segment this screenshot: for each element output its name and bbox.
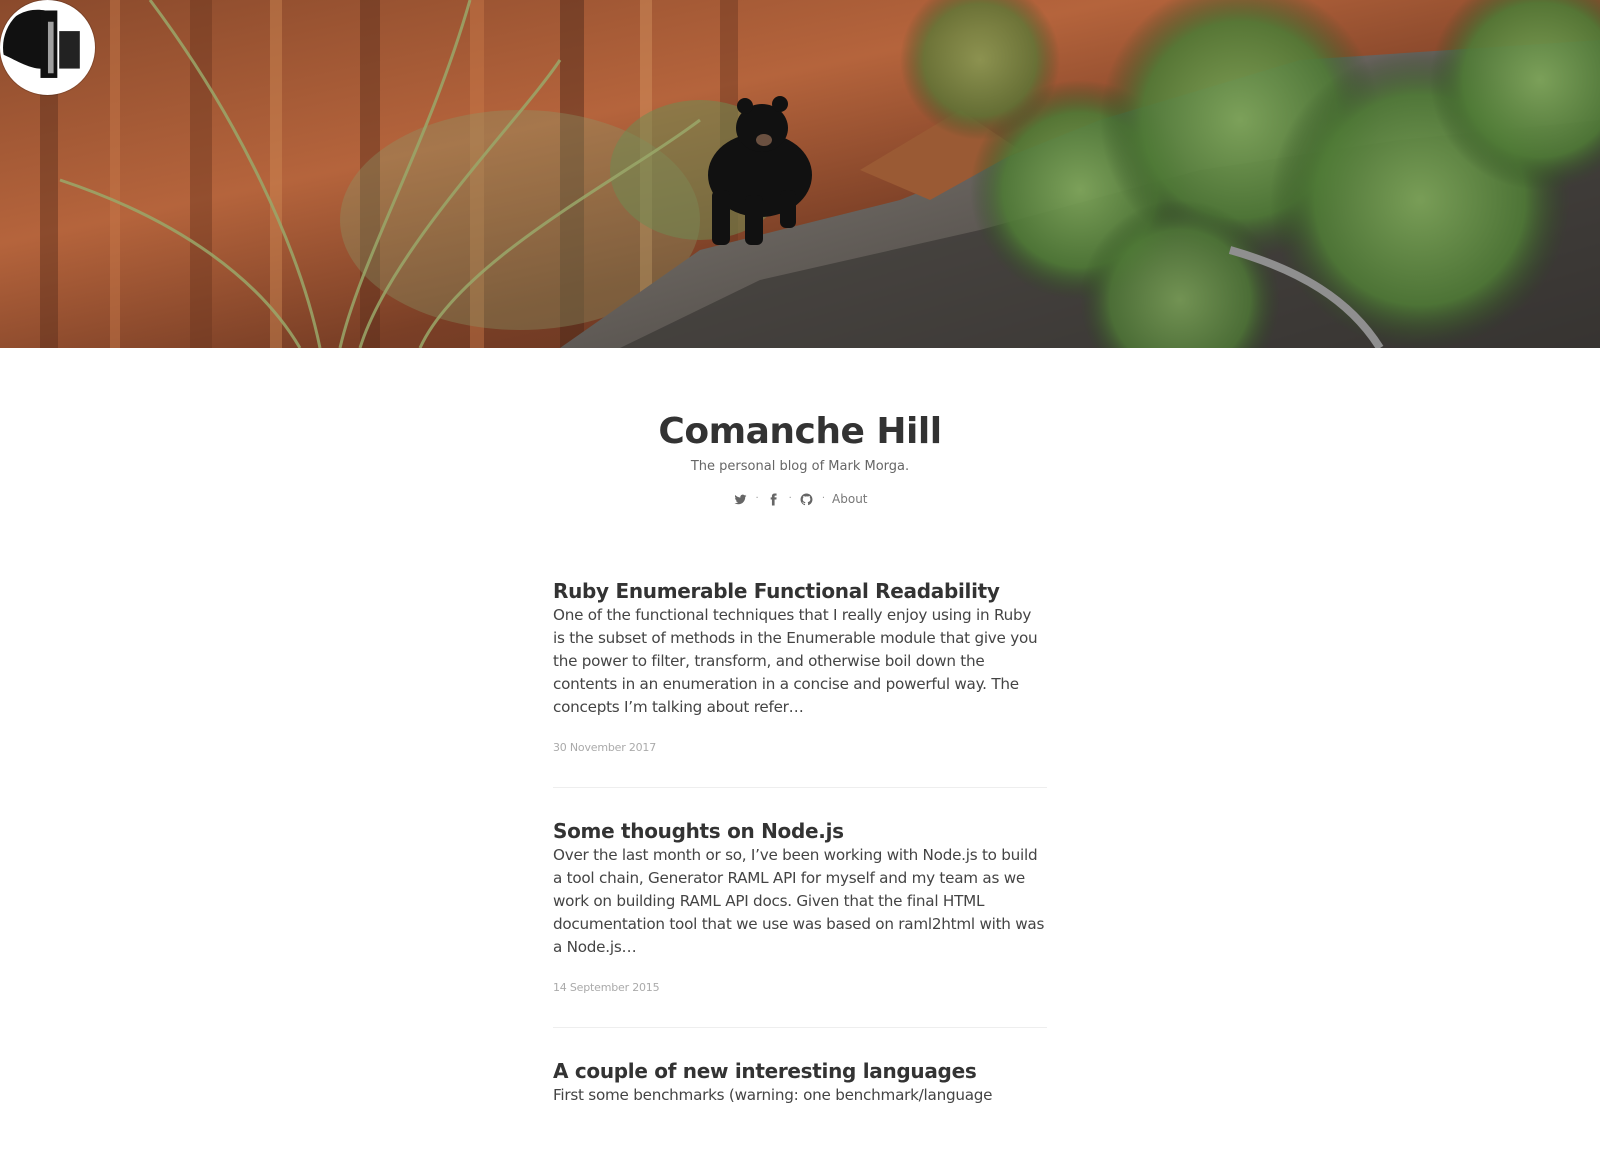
post-excerpt: One of the functional techniques that I … — [553, 606, 1038, 716]
post-date: 30 November 2017 — [553, 741, 657, 754]
post-title-link[interactable]: A couple of new interesting languages — [553, 1058, 1047, 1084]
post-title-link[interactable]: Ruby Enumerable Functional Readability — [553, 578, 1047, 604]
facebook-icon[interactable] — [766, 491, 782, 507]
site-description: The personal blog of Mark Morga. — [690, 459, 910, 474]
post-list: Ruby Enumerable Functional Readability O… — [553, 578, 1047, 1170]
post-item: Ruby Enumerable Functional Readability O… — [553, 578, 1047, 788]
site-title[interactable]: Comanche Hill — [0, 410, 1600, 454]
nav-separator: · — [755, 493, 759, 504]
post-date: 14 September 2015 — [553, 981, 660, 994]
author-avatar[interactable] — [0, 0, 95, 95]
cover-image — [0, 0, 1600, 348]
nav-separator: · — [821, 493, 826, 504]
post-title-link[interactable]: Some thoughts on Node.js — [553, 818, 1047, 844]
site-nav: · · · About — [0, 489, 1600, 509]
github-icon[interactable] — [799, 491, 815, 507]
post-excerpt: First some benchmarks (warning: one benc… — [553, 1086, 993, 1104]
nav-about-link[interactable]: About — [832, 492, 867, 506]
post-item: Some thoughts on Node.js Over the last m… — [553, 818, 1047, 1028]
twitter-icon[interactable] — [732, 491, 748, 507]
post-excerpt: Over the last month or so, I’ve been wor… — [553, 846, 1045, 956]
avatar-image — [3, 3, 92, 92]
nav-separator: · — [788, 493, 792, 504]
site-header: Comanche Hill The personal blog of Mark … — [0, 348, 1600, 509]
cover-photo-bear — [0, 0, 1600, 348]
